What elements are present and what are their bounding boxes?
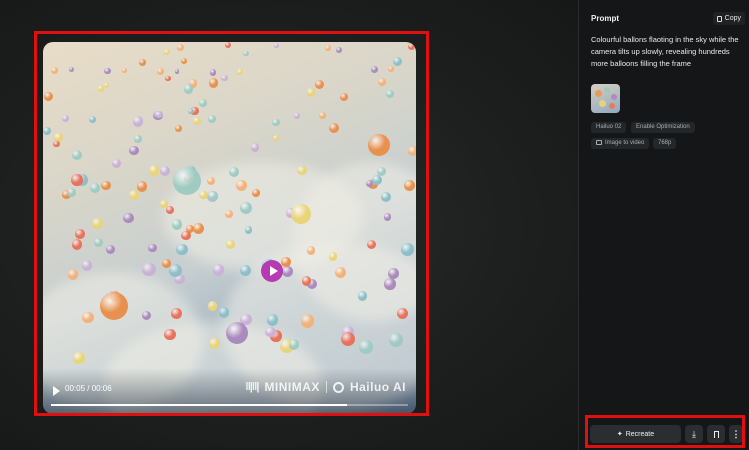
hailuo-logo-icon (332, 381, 344, 393)
play-icon[interactable] (53, 386, 60, 396)
copy-label: Copy (724, 15, 741, 22)
progress-bar[interactable] (51, 404, 408, 406)
prompt-heading: Prompt (591, 14, 619, 23)
video-controls: 00:05 / 00:06 ‖|‖| MINIMAX Hailuo AI (43, 368, 416, 414)
video-player[interactable]: 00:05 / 00:06 ‖|‖| MINIMAX Hailuo AI (43, 42, 416, 414)
play-overlay-icon[interactable] (261, 260, 283, 282)
bookmark-button[interactable] (707, 425, 725, 443)
recreate-label: Recreate (625, 430, 655, 438)
copy-button[interactable]: Copy (712, 12, 745, 25)
details-panel: Prompt Copy Colourful ballons flaoting i… (578, 0, 749, 450)
watermark-minimax: MINIMAX (264, 380, 320, 394)
tag-optimization: Enable Optimization (631, 122, 695, 133)
watermark-divider (325, 381, 327, 393)
reference-image-thumbnail[interactable] (591, 84, 620, 113)
tag-model: Hailuo 02 (591, 122, 627, 133)
prompt-text: Colourful ballons flaoting in the sky wh… (591, 35, 739, 68)
recreate-button[interactable]: ✦ Recreate (590, 425, 681, 443)
download-button[interactable]: ⤓ (685, 425, 703, 443)
video-frame (43, 42, 416, 414)
video-time: 00:05 / 00:06 (65, 384, 112, 393)
minimax-logo-icon: ‖|‖| (245, 381, 259, 393)
tag-resolution: 768p (653, 138, 677, 149)
bookmark-icon (713, 430, 719, 438)
more-vertical-icon: ⋮ (731, 428, 741, 439)
progress-fill (51, 404, 348, 406)
tag-mode-label: Image to video (605, 140, 645, 146)
download-icon: ⤓ (692, 428, 696, 439)
tag-mode: Image to video (591, 138, 650, 149)
sparkle-icon: ✦ (616, 431, 623, 438)
image-icon (596, 140, 602, 145)
copy-icon (716, 15, 722, 22)
watermark-hailuo: Hailuo AI (349, 380, 406, 394)
more-button[interactable]: ⋮ (729, 425, 743, 443)
watermark: ‖|‖| MINIMAX Hailuo AI (245, 380, 406, 394)
